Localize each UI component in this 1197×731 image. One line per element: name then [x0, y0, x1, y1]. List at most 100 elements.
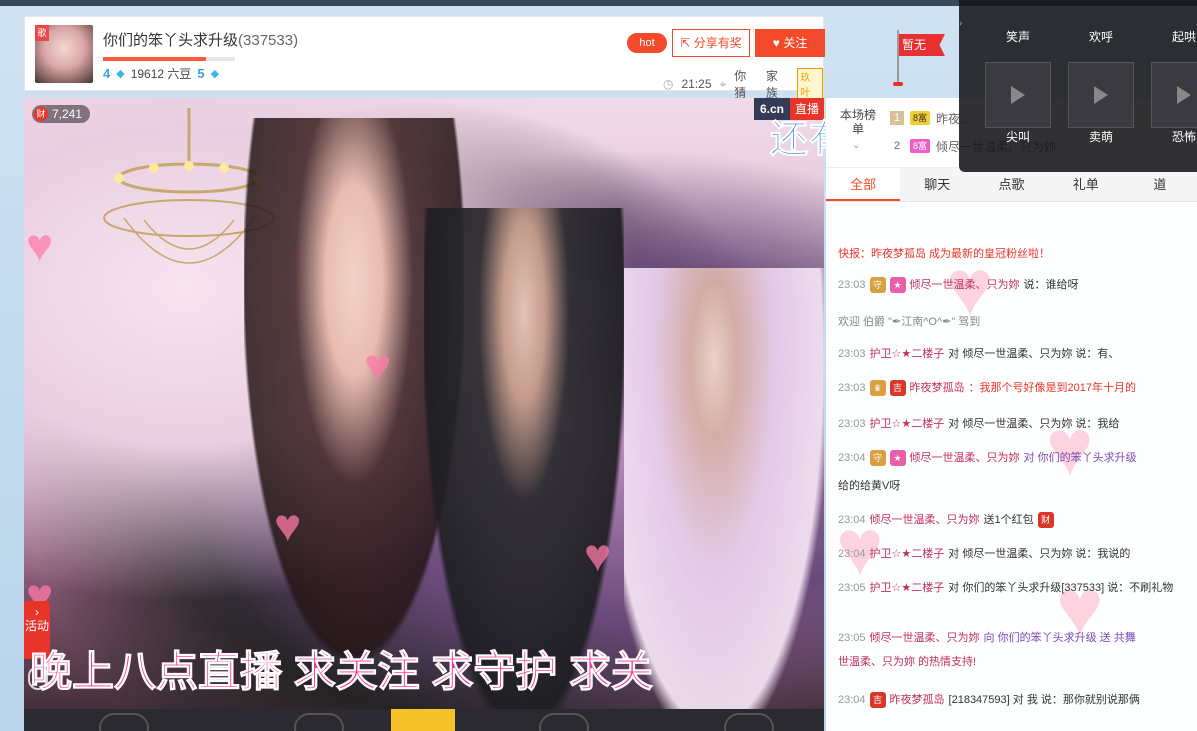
live-video[interactable]: ♥ ♥ ♥ ♥ ♥ 财 7,241 6.cn 直播 › 活动 晚上八点直播 求关注 求… [24, 98, 824, 731]
effect-cute[interactable]: 卖萌 [1068, 62, 1134, 145]
effect-label: 恐怖 [1171, 130, 1196, 144]
message-sender[interactable]: 倾尽一世温柔、只为妳 [910, 275, 1020, 295]
message-text: 向 你们的笨丫头求升级 送 共舞 [983, 632, 1136, 644]
lucky-badge-icon: 吉 [869, 692, 886, 708]
gift-box-icon[interactable] [391, 709, 455, 731]
effect-laugh[interactable]: 笑声 [985, 28, 1051, 45]
room-title: 你们的笨丫头求升级(337533) [103, 29, 298, 50]
viewer-number: 7,241 [52, 107, 83, 121]
chat-message: 23:04 倾尽一世温柔、只为妳 送1个红包 财 [838, 510, 1054, 530]
message-time: 23:03 [838, 418, 866, 430]
message-text: 对 倾尽一世温柔、只为妳 说：我说的 [948, 548, 1131, 560]
effect-label: 卖萌 [1088, 130, 1113, 144]
message-text: 世温柔、只为妳 的热情支持! [838, 656, 977, 668]
message-time: 23:04 [838, 452, 866, 464]
room-id: (337533) [238, 32, 299, 49]
message-text: 对 你们的笨丫头求升级 [1023, 452, 1137, 464]
message-text: [218347593] 对 我 说：那你就别说那俩 [948, 694, 1140, 706]
level-progress-fill [103, 57, 206, 61]
diamond-icon: ◆ [116, 68, 125, 80]
live-time: 21:25 [681, 77, 712, 91]
wealth-level: 4 [103, 66, 111, 81]
share-button[interactable]: ⇱ 分享有奖 [672, 29, 750, 57]
message-sender[interactable]: 倾尽一世温柔、只为妳 [910, 448, 1020, 468]
effect-boo[interactable]: 起哄 [1151, 28, 1197, 45]
message-time: 23:04 [838, 694, 866, 706]
follow-label: 关注 [783, 36, 808, 50]
message-time: 23:04 [838, 548, 866, 560]
chat-panel[interactable]: ♥ ♥ ♥ ♥ 快报：昨夜梦孤岛 成为最新的皇冠粉丝啦！ 23:03 守 ★ 倾… [826, 202, 1197, 731]
play-thumbnail [985, 62, 1051, 128]
rank-title[interactable]: 本场榜单 [840, 108, 876, 136]
message-text: ：我那个号好像是到2017年十月的 [968, 382, 1137, 394]
tab-more[interactable]: 道 [1123, 168, 1197, 201]
effect-scream[interactable]: 尖叫 [985, 62, 1051, 145]
crown-icon: ♛ [869, 380, 886, 396]
message-text: 欢迎 伯爵 "✒江南^O^✒" 驾到 [838, 316, 981, 328]
message-sender[interactable]: 倾尽一世温柔、只为妳 [870, 628, 980, 648]
control-circle[interactable] [724, 713, 774, 731]
share-label: 分享有奖 [693, 36, 742, 50]
rank-flag[interactable]: 暂无 [893, 30, 953, 86]
control-circle[interactable] [294, 713, 344, 731]
message-sender[interactable]: 护卫☆★二楼子 [870, 544, 945, 564]
coin-icon: 财 [34, 107, 48, 121]
chat-message: 给的给黄V呀 [838, 476, 900, 496]
red-envelope-icon: 财 [1037, 512, 1054, 528]
chat-message: 世温柔、只为妳 的热情支持! [838, 652, 976, 672]
room-meta: ◷ 21:25 ⌖ 你猜 家族 玖叶 [663, 67, 823, 101]
location-icon: ⌖ [719, 76, 727, 91]
effect-label: 欢呼 [1088, 30, 1113, 44]
tab-song[interactable]: 点歌 [974, 168, 1048, 201]
chevron-down-icon[interactable]: ⌄ [852, 140, 860, 151]
message-sender[interactable]: 护卫☆★二楼子 [870, 344, 945, 364]
message-text: 对 你们的笨丫头求升级[337533] 说：不刷礼物 [948, 582, 1174, 594]
chat-message: 23:03 ♛ 吉 昨夜梦孤岛 ：我那个号好像是到2017年十月的 [838, 378, 1136, 398]
effect-horror[interactable]: 恐怖 [1151, 62, 1197, 145]
star-level: 5 [197, 66, 205, 81]
viewer-count: 财 7,241 [32, 105, 91, 123]
message-time: 23:03 [838, 279, 866, 291]
message-text: 对 倾尽一世温柔、只为妳 说：有、 [948, 348, 1120, 360]
message-text: 说：谁给呀 [1023, 279, 1079, 291]
tab-gifts[interactable]: 礼单 [1049, 168, 1123, 201]
message-text: 给的给黄V呀 [838, 480, 901, 492]
guard-badge-icon: 守 [869, 277, 886, 293]
sound-effects-panel: › 笑声 欢呼 起哄 尖叫 卖萌 恐怖 [959, 0, 1197, 172]
tab-chat[interactable]: 聊天 [900, 168, 974, 201]
activity-label: 活动 [24, 619, 49, 633]
diamond-icon: ◆ [210, 68, 220, 80]
chat-tabs: 全部 聊天 点歌 礼单 道 [826, 168, 1197, 202]
chevron-right-icon[interactable]: › [959, 18, 969, 29]
chat-message: 23:05 倾尽一世温柔、只为妳 向 你们的笨丫头求升级 送 共舞 [838, 628, 1136, 648]
message-time: 23:04 [838, 514, 866, 526]
control-circle[interactable] [99, 713, 149, 731]
message-sender[interactable]: 倾尽一世温柔、只为妳 [870, 510, 980, 530]
flag-label: 暂无 [899, 34, 945, 56]
play-thumbnail [1068, 62, 1134, 128]
tab-all[interactable]: 全部 [826, 168, 901, 201]
effect-cheer[interactable]: 欢呼 [1068, 28, 1134, 45]
message-time: 23:05 [838, 632, 866, 644]
room-name: 你们的笨丫头求升级 [103, 32, 239, 49]
message-sender[interactable]: 昨夜梦孤岛 [890, 690, 945, 710]
effect-label: 笑声 [1005, 30, 1030, 44]
clock-icon: ◷ [663, 77, 674, 91]
family-tag[interactable]: 玖叶 [797, 68, 823, 100]
message-sender[interactable]: 护卫☆★二楼子 [870, 578, 945, 598]
control-circle[interactable] [539, 713, 589, 731]
hot-badge: hot [627, 33, 667, 53]
message-text: 送1个红包 [983, 514, 1034, 526]
message-sender[interactable]: 昨夜梦孤岛 [910, 378, 965, 398]
play-thumbnail [1151, 62, 1197, 128]
follow-button[interactable]: ♥ 关注 [755, 29, 825, 57]
effect-label: 起哄 [1171, 30, 1196, 44]
message-sender[interactable]: 护卫☆★二楼子 [870, 414, 945, 434]
play-icon [1094, 86, 1108, 104]
chat-message: 23:03 守 ★ 倾尽一世温柔、只为妳 说：谁给呀 [838, 275, 1079, 295]
flag-pole [897, 30, 899, 86]
guard-badge-icon: 守 [869, 450, 886, 466]
wealth-tag: 8富 [910, 111, 931, 125]
avatar-badge: 歌 [35, 25, 49, 41]
family-label: 家族 [765, 69, 778, 100]
